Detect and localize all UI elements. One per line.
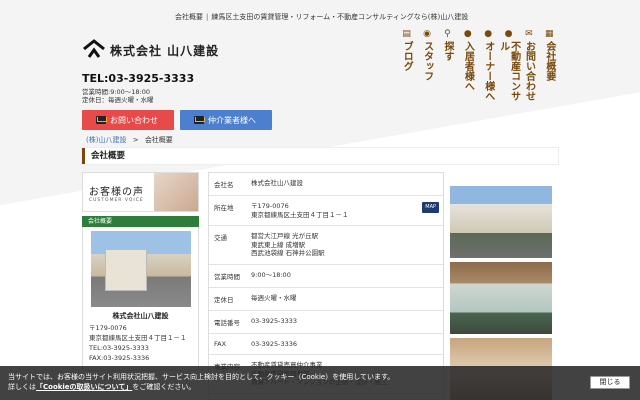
row-value: 〒179-0076 東京都練馬区土支田４丁目１－１ MAP bbox=[247, 196, 443, 225]
cookie-close-button[interactable]: 閉じる bbox=[590, 376, 630, 389]
row-key: 定休日 bbox=[214, 295, 234, 304]
agent-button-label: 仲介業者様へ bbox=[208, 115, 256, 125]
hours-line: 営業時間:9:00～18:00 bbox=[82, 88, 151, 96]
main-nav: ▦ 会社概要 ✉ お問い合わせ ● 不動産コンサル ● オーナー様へ ● 入居者様へ ⚲ 探… bbox=[398, 29, 558, 110]
holidays-line: 定休日：毎週火曜・水曜 bbox=[82, 96, 154, 104]
agent-button[interactable]: 仲介業者様へ bbox=[180, 110, 272, 130]
search-icon: ⚲ bbox=[444, 29, 451, 39]
cookie-prefix: 詳しくは bbox=[8, 383, 36, 391]
mail-icon: ✉ bbox=[525, 29, 533, 39]
sidebar: お客様の声 CUSTOMER VOICE 会社概要 株式会社山八建設 〒179-… bbox=[82, 172, 199, 371]
sidebar-address: 東京都練馬区土支田４丁目１－１ bbox=[89, 334, 187, 342]
nav-company[interactable]: ▦ 会社概要 bbox=[541, 29, 558, 110]
contact-button-label: お問い合わせ bbox=[110, 115, 158, 125]
tagline-page: 会社概要 bbox=[175, 13, 203, 21]
nav-label: ブログ bbox=[401, 41, 413, 71]
nav-tenants[interactable]: ● 入居者様へ bbox=[459, 29, 476, 110]
sidebar-fax: FAX:03-3925-3336 bbox=[89, 354, 150, 362]
company-brand[interactable]: 株式会社 山八建設 bbox=[110, 42, 219, 59]
person-icon: ● bbox=[484, 29, 493, 39]
tagline-separator: | bbox=[206, 13, 209, 21]
table-row: 交通 都営大江戸線 光が丘駅 東武東上線 成増駅 西武池袋線 石神井公園駅 bbox=[209, 226, 443, 265]
row-key: FAX bbox=[214, 339, 227, 348]
cookie-policy-link[interactable]: 「Cookieの取扱いについて」 bbox=[36, 383, 132, 391]
page-title: 会社概要 bbox=[82, 148, 558, 164]
nav-consulting[interactable]: ● 不動産コンサル bbox=[497, 29, 520, 110]
row-key: 電話番号 bbox=[214, 318, 240, 327]
row-value: 株式会社山八建設 bbox=[251, 179, 303, 187]
customer-voice-banner[interactable]: お客様の声 CUSTOMER VOICE bbox=[82, 172, 199, 212]
nav-search[interactable]: ⚲ 探す bbox=[439, 29, 456, 110]
business-hours: 営業時間:9:00～18:00 定休日：毎週火曜・水曜 bbox=[82, 88, 154, 104]
row-key: 会社名 bbox=[214, 181, 234, 189]
nav-label: お問い合わせ bbox=[523, 41, 535, 101]
voice-title: お客様の声 bbox=[89, 187, 144, 198]
table-row: 電話番号 03-3925-3333 bbox=[209, 311, 443, 334]
row-key: 交通 bbox=[214, 234, 227, 242]
customer-photo bbox=[154, 173, 198, 211]
nav-label: 入居者様へ bbox=[462, 41, 474, 91]
table-row: FAX 03-3925-3336 bbox=[209, 334, 443, 355]
row-value: 03-3925-3333 bbox=[251, 316, 298, 325]
nav-label: スタッフ bbox=[421, 41, 433, 81]
table-row: 会社名 株式会社山八建設 bbox=[209, 173, 443, 196]
mail-icon bbox=[96, 116, 107, 124]
cookie-text: 当サイトでは、お客様の当サイト利用状況把握、サービス向上検討を目的として、クッキ… bbox=[8, 373, 395, 381]
nav-label: 探す bbox=[441, 41, 453, 61]
nav-label: オーナー様へ bbox=[482, 41, 494, 101]
phone-number: TEL:03-3925-3333 bbox=[82, 72, 195, 85]
nav-staff[interactable]: ◉ スタッフ bbox=[418, 29, 435, 110]
row-value: 都営大江戸線 光が丘駅 東武東上線 成増駅 西武池袋線 石神井公園駅 bbox=[251, 232, 325, 257]
row-value: 毎週火曜・水曜 bbox=[251, 293, 297, 302]
nav-label: 不動産コンサル bbox=[497, 41, 520, 101]
sidebar-section-head: 会社概要 bbox=[82, 216, 199, 227]
breadcrumb-current: 会社概要 bbox=[144, 136, 173, 144]
row-key: 営業時間 bbox=[214, 272, 240, 281]
nav-contact[interactable]: ✉ お問い合わせ bbox=[520, 29, 537, 110]
office-entrance-photo bbox=[450, 262, 552, 334]
breadcrumb-separator: > bbox=[132, 136, 139, 144]
company-logo-icon[interactable] bbox=[82, 37, 106, 61]
address-text: 〒179-0076 東京都練馬区土支田４丁目１－１ bbox=[251, 202, 349, 219]
building-icon: ▦ bbox=[545, 29, 554, 39]
person-icon: ● bbox=[463, 29, 472, 39]
staff-icon: ◉ bbox=[423, 29, 431, 39]
blog-icon: ▤ bbox=[402, 29, 411, 39]
building-photo bbox=[90, 231, 191, 307]
nav-label: 会社概要 bbox=[543, 41, 555, 81]
contact-button[interactable]: お問い合わせ bbox=[82, 110, 174, 130]
breadcrumb-home-link[interactable]: (株)山八建設 bbox=[86, 136, 126, 144]
sidebar-tel: TEL:03-3925-3333 bbox=[89, 344, 149, 352]
office-exterior-photo bbox=[450, 186, 552, 258]
sidebar-company-info: 〒179-0076 東京都練馬区土支田４丁目１－１ TEL:03-3925-33… bbox=[89, 323, 192, 363]
cookie-suffix: をご確認ください。 bbox=[132, 383, 196, 391]
row-value: 9:00～18:00 bbox=[251, 270, 291, 279]
person-icon: ● bbox=[504, 29, 513, 39]
map-button[interactable]: MAP bbox=[422, 202, 439, 213]
cookie-banner: 当サイトでは、お客様の当サイト利用状況把握、サービス向上検討を目的として、クッキ… bbox=[0, 366, 640, 400]
nav-owners[interactable]: ● オーナー様へ bbox=[480, 29, 497, 110]
breadcrumb: (株)山八建設 > 会社概要 bbox=[86, 135, 173, 145]
mail-icon bbox=[194, 116, 205, 124]
sidebar-company-name: 株式会社山八建設 bbox=[112, 312, 169, 320]
cookie-text-2: 詳しくは「Cookieの取扱いについて」をご確認ください。 bbox=[8, 382, 632, 392]
nav-blog[interactable]: ▤ ブログ bbox=[398, 29, 415, 110]
tagline-description: 練馬区土支田の賃貸管理・リフォーム・不動産コンサルティングなら(株)山八建設 bbox=[211, 13, 469, 21]
row-value: 03-3925-3336 bbox=[251, 339, 298, 348]
table-row: 所在地 〒179-0076 東京都練馬区土支田４丁目１－１ MAP bbox=[209, 196, 443, 226]
table-row: 営業時間 9:00～18:00 bbox=[209, 265, 443, 288]
row-key: 所在地 bbox=[214, 204, 234, 212]
header-tagline: 会社概要 | 練馬区土支田の賃貸管理・リフォーム・不動産コンサルティングなら(株)山… bbox=[175, 12, 468, 22]
voice-subtitle: CUSTOMER VOICE bbox=[89, 198, 144, 203]
table-row: 定休日 毎週火曜・水曜 bbox=[209, 288, 443, 311]
sidebar-company-card: 株式会社山八建設 〒179-0076 東京都練馬区土支田４丁目１－１ TEL:0… bbox=[82, 227, 199, 371]
sidebar-postal: 〒179-0076 bbox=[89, 324, 127, 332]
